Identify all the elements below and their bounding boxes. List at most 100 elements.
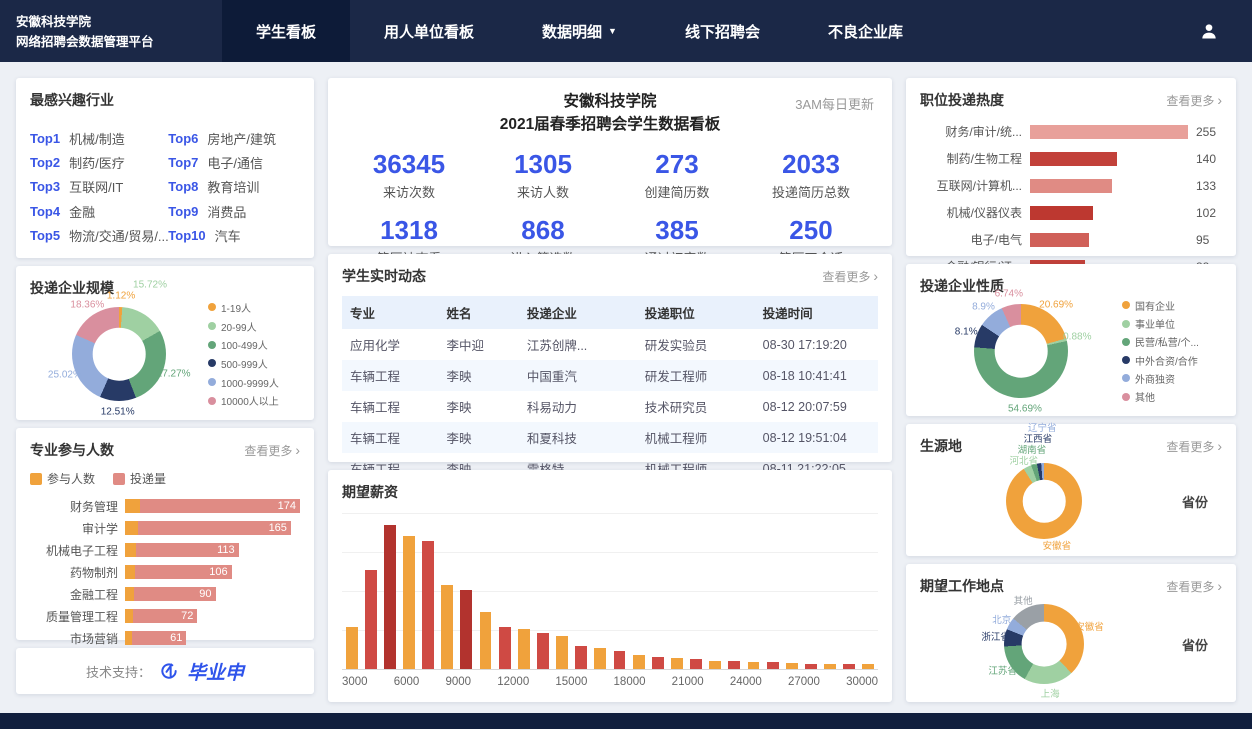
participants-bar[interactable]	[125, 521, 138, 535]
table-row[interactable]: 应用化学李中迎江苏创牌...研发实验员08-30 17:19:20	[342, 329, 878, 360]
participants-bar[interactable]	[125, 631, 132, 645]
histogram-bar[interactable]	[824, 664, 836, 669]
legend-swatch	[1122, 374, 1130, 382]
legend-item[interactable]: 事业单位	[1122, 316, 1222, 330]
deliveries-bar[interactable]: 106	[135, 565, 232, 579]
legend-item[interactable]: 100-499人	[208, 337, 300, 352]
salary-histogram[interactable]: 3000600090001200015000180002100024000270…	[342, 512, 878, 688]
view-more-link[interactable]: 查看更多›	[1166, 578, 1222, 595]
histogram-bar[interactable]	[441, 585, 453, 669]
job-heat-bars[interactable]: 财务/审计/统...255制药/生物工程140互联网/计算机...133机械/仪…	[920, 123, 1222, 275]
view-more-link[interactable]: 查看更多›	[822, 268, 878, 285]
legend-item[interactable]: 1000-9999人	[208, 375, 300, 390]
participants-bar[interactable]	[125, 587, 134, 601]
nav-item-employer-board[interactable]: 用人单位看板	[350, 0, 508, 62]
histogram-bar[interactable]	[843, 664, 855, 669]
donut-slice-label: 安徽省	[1043, 538, 1072, 552]
histogram-bar[interactable]	[499, 627, 511, 669]
legend-label: 其他	[1135, 390, 1155, 404]
legend-item[interactable]: 20-99人	[208, 319, 300, 334]
legend-item[interactable]: 500-999人	[208, 356, 300, 371]
histogram-bar[interactable]	[671, 658, 683, 669]
user-avatar-button[interactable]	[1192, 16, 1226, 46]
legend-item[interactable]: 参与人数	[30, 470, 95, 487]
histogram-bar[interactable]	[518, 629, 530, 669]
nav-item-offline-fair[interactable]: 线下招聘会	[651, 0, 794, 62]
bar-row: 药物制剂106	[30, 561, 300, 583]
participants-bar[interactable]	[125, 609, 133, 623]
legend-item[interactable]: 其他	[1122, 390, 1222, 404]
origin-donut-chart[interactable]: 安徽省河北省湖南省江西省辽宁省	[920, 458, 1168, 544]
histogram-bar[interactable]	[748, 662, 760, 669]
legend-item[interactable]: 中外合资/合作	[1122, 353, 1222, 367]
donut-slice-label: 1.12%	[107, 291, 135, 302]
table-row[interactable]: 车辆工程李映科易动力技术研究员08-12 20:07:59	[342, 391, 878, 422]
legend-item[interactable]: 民营/私营/个...	[1122, 335, 1222, 349]
bar-row: 质量管理工程72	[30, 605, 300, 627]
deliveries-bar[interactable]: 90	[134, 587, 215, 601]
deliveries-bar[interactable]: 61	[132, 631, 186, 645]
major-participation-bars[interactable]: 财务管理174审计学165机械电子工程113药物制剂106金融工程90质量管理工…	[30, 495, 300, 649]
histogram-bar[interactable]	[384, 525, 396, 669]
bar-track: 72	[125, 609, 300, 623]
histogram-bar[interactable]	[690, 659, 702, 669]
deliveries-bar[interactable]: 72	[133, 609, 197, 623]
heat-bar[interactable]	[1030, 179, 1112, 193]
company-nature-donut-chart[interactable]: 20.69%0.88%54.69%8.1%8.9%6.74%	[920, 298, 1122, 404]
legend-item[interactable]: 国有企业	[1122, 298, 1222, 312]
histogram-bar[interactable]	[556, 636, 568, 669]
table-row[interactable]: 车辆工程李映中国重汽研发工程师08-18 10:41:41	[342, 360, 878, 391]
histogram-bar[interactable]	[652, 657, 664, 669]
histogram-bar[interactable]	[365, 570, 377, 669]
stat-visits: 36345来访次数	[342, 149, 476, 201]
heat-bar[interactable]	[1030, 125, 1188, 139]
x-axis-tick-label: 27000	[788, 676, 820, 688]
histogram-bar[interactable]	[805, 664, 817, 669]
heat-bar[interactable]	[1030, 233, 1089, 247]
bar-category-label: 财务/审计/统...	[920, 123, 1022, 140]
histogram-slot	[667, 512, 686, 669]
histogram-slot	[476, 512, 495, 669]
histogram-bar[interactable]	[728, 661, 740, 669]
table-row[interactable]: 车辆工程李映和夏科技机械工程师08-12 19:51:04	[342, 422, 878, 453]
histogram-slot	[572, 512, 591, 669]
legend-item[interactable]: 投递量	[113, 470, 166, 487]
company-scale-donut-chart[interactable]: 1.12%15.72%27.27%12.51%25.02%18.36%	[30, 300, 208, 408]
histogram-bar[interactable]	[575, 646, 587, 669]
histogram-bar[interactable]	[460, 590, 472, 669]
legend-item[interactable]: 外商独资	[1122, 371, 1222, 385]
participants-bar[interactable]	[125, 565, 135, 579]
heat-bar[interactable]	[1030, 206, 1093, 220]
nav-item-data-detail[interactable]: 数据明细▼	[508, 0, 651, 62]
legend-item[interactable]: 10000人以上	[208, 393, 300, 408]
nav-item-bad-companies[interactable]: 不良企业库	[794, 0, 937, 62]
histogram-bar[interactable]	[422, 541, 434, 669]
view-more-link[interactable]: 查看更多›	[1166, 92, 1222, 109]
view-more-label: 查看更多	[1166, 438, 1214, 455]
heat-bar[interactable]	[1030, 152, 1117, 166]
deliveries-bar[interactable]: 174	[140, 499, 300, 513]
tech-support-brand[interactable]: 毕业申	[187, 658, 244, 685]
x-axis-tick: 21000	[672, 676, 704, 688]
histogram-bar[interactable]	[786, 663, 798, 669]
histogram-bar[interactable]	[480, 612, 492, 669]
participants-bar[interactable]	[125, 543, 136, 557]
histogram-bar[interactable]	[614, 651, 626, 669]
histogram-bar[interactable]	[346, 627, 358, 669]
deliveries-bar[interactable]: 113	[136, 543, 239, 557]
industry-rank: Top3	[30, 179, 60, 194]
histogram-bar[interactable]	[403, 536, 415, 669]
nav-item-student-board[interactable]: 学生看板	[222, 0, 350, 62]
histogram-bar[interactable]	[709, 661, 721, 669]
participants-bar[interactable]	[125, 499, 140, 513]
histogram-bar[interactable]	[537, 633, 549, 669]
view-more-link[interactable]: 查看更多›	[1166, 438, 1222, 455]
histogram-bar[interactable]	[767, 662, 779, 669]
legend-item[interactable]: 1-19人	[208, 300, 300, 315]
work-location-donut-chart[interactable]: 安徽省上海江苏省浙江省北京其他	[920, 598, 1168, 690]
view-more-link[interactable]: 查看更多›	[244, 442, 300, 459]
histogram-bar[interactable]	[633, 655, 645, 669]
histogram-bar[interactable]	[862, 664, 874, 669]
deliveries-bar[interactable]: 165	[138, 521, 291, 535]
histogram-bar[interactable]	[594, 648, 606, 669]
